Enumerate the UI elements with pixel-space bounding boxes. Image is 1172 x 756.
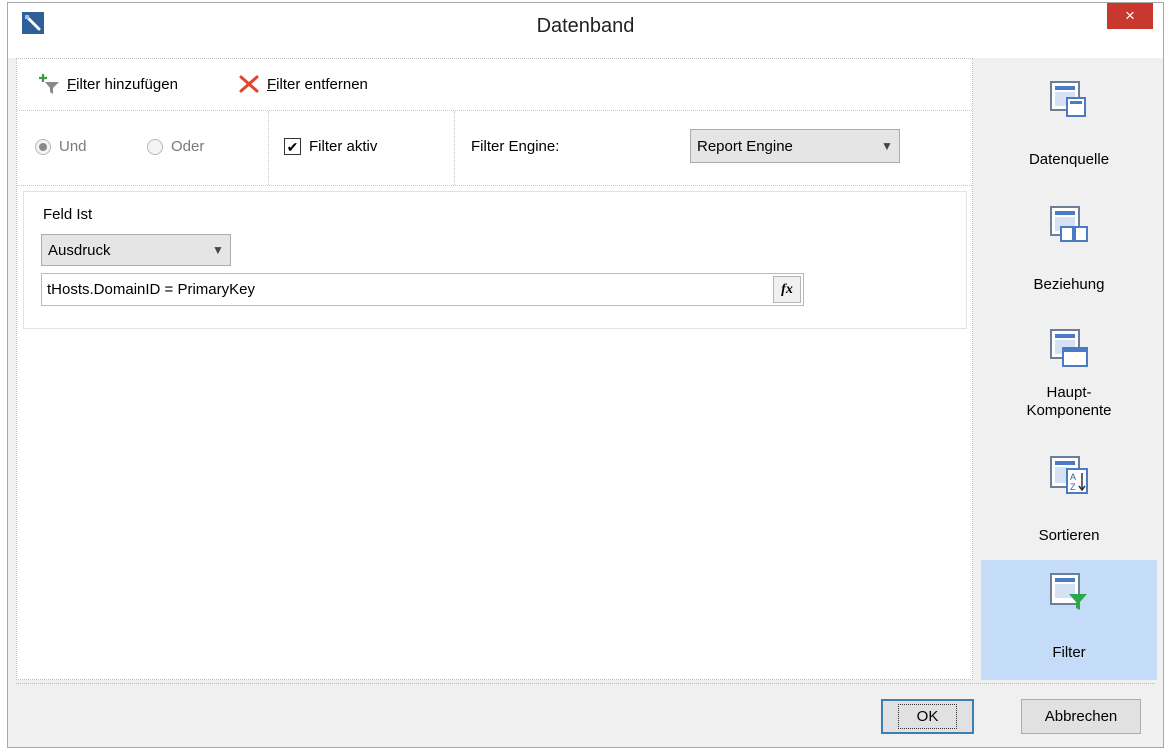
and-radio[interactable]: Und [35, 138, 87, 155]
or-label: Oder [171, 138, 205, 155]
title-bar: Datenband × [8, 3, 1163, 58]
ok-button[interactable]: OK [881, 699, 974, 734]
expression-editor-button[interactable]: fx [773, 276, 801, 303]
svg-text:A: A [1070, 472, 1076, 482]
add-filter-hotkey: F [67, 75, 77, 93]
sidebar-item-label: Beziehung [1033, 276, 1105, 293]
condition-type-value: Ausdruck [48, 241, 111, 259]
relation-icon [1050, 206, 1088, 242]
add-filter-button[interactable]: Filter hinzufügen [37, 71, 178, 97]
sidebar-item-master-component[interactable]: Haupt- Komponente [981, 318, 1157, 438]
filter-engine-select[interactable]: Report Engine ▼ [690, 129, 900, 163]
filter-active-checkbox[interactable]: ✔ Filter aktiv [284, 138, 377, 155]
add-filter-label: ilter hinzufügen [76, 75, 178, 93]
options-bottom-divider [17, 185, 972, 186]
close-button[interactable]: × [1107, 3, 1153, 29]
dialog-window: Datenband × Filter hinzufügen Filter ent… [7, 2, 1164, 748]
and-radio-circle [35, 138, 51, 155]
footer-divider [16, 683, 1155, 684]
filter-active-label: Filter aktiv [309, 138, 378, 155]
filter-icon [1050, 573, 1087, 610]
or-radio[interactable]: Oder [147, 138, 204, 155]
check-icon: ✔ [284, 138, 301, 155]
sidebar: Datenquelle Beziehung Haupt- Komponente [973, 58, 1163, 680]
remove-filter-button[interactable]: Filter entfernen [237, 71, 368, 97]
sidebar-item-relation[interactable]: Beziehung [981, 183, 1157, 303]
ok-label: OK [897, 704, 958, 729]
sidebar-item-filter[interactable]: Filter [981, 560, 1157, 680]
datasource-icon [1050, 81, 1086, 117]
condition-type-select[interactable]: Ausdruck ▼ [41, 234, 231, 266]
svg-text:Z: Z [1070, 482, 1076, 492]
add-filter-icon [39, 74, 59, 94]
sidebar-item-sort[interactable]: A Z Sortieren [981, 443, 1157, 563]
toolbar-divider [17, 110, 972, 111]
master-component-icon [1050, 329, 1088, 367]
and-radio-dot [39, 142, 47, 151]
sort-icon: A Z [1050, 456, 1088, 494]
sidebar-item-label: Sortieren [1038, 527, 1100, 544]
chevron-down-icon: ▼ [881, 139, 893, 153]
sidebar-item-label: Filter [1052, 644, 1086, 661]
expression-field[interactable]: fx [41, 273, 804, 306]
options-divider-2 [454, 111, 455, 185]
or-radio-circle [147, 138, 163, 155]
options-divider-1 [268, 111, 269, 185]
chevron-down-icon: ▼ [212, 243, 224, 257]
remove-filter-label: ilter entfernen [276, 75, 368, 93]
filter-engine-label: Filter Engine: [471, 138, 560, 155]
sidebar-item-datasource[interactable]: Datenquelle [981, 58, 1157, 178]
sidebar-item-label: Datenquelle [1028, 151, 1110, 168]
remove-filter-hotkey: F [267, 75, 277, 93]
sidebar-item-label-line1: Haupt- [1046, 384, 1092, 401]
window-title: Datenband [536, 15, 635, 37]
field-label: Feld Ist [43, 206, 93, 223]
cancel-button[interactable]: Abbrechen [1021, 699, 1141, 734]
toolbar: Filter hinzufügen Filter entfernen [17, 59, 972, 111]
and-label: Und [59, 138, 87, 155]
sidebar-item-label-line2: Komponente [1026, 402, 1112, 419]
filter-engine-value: Report Engine [697, 137, 793, 155]
expression-input[interactable] [42, 280, 773, 299]
remove-filter-icon [239, 75, 259, 93]
filter-content: Filter hinzufügen Filter entfernen Und O… [16, 58, 973, 680]
